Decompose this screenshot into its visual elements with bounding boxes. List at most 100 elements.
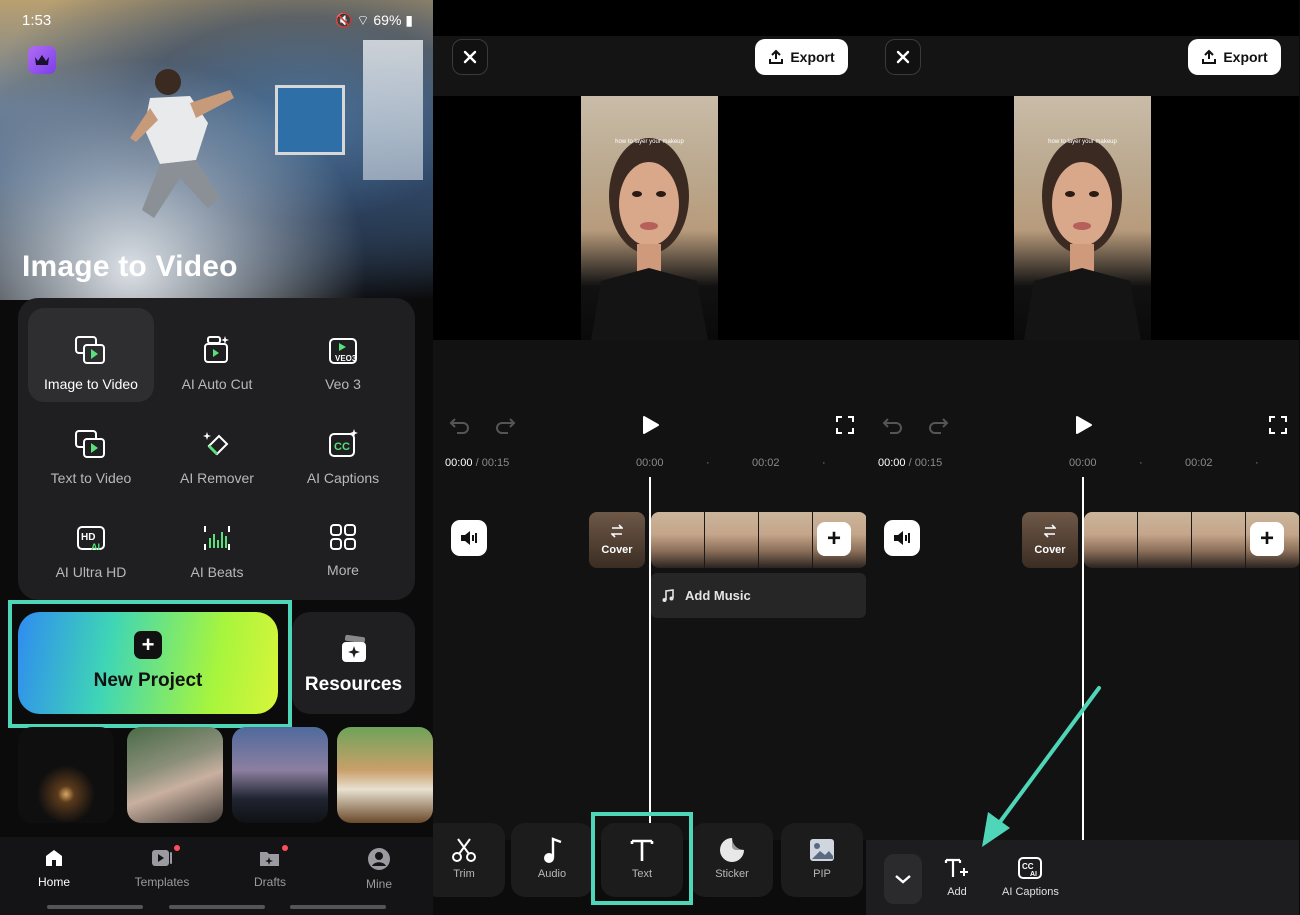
tool-more[interactable]: More <box>280 496 406 590</box>
add-clip-button[interactable]: + <box>817 522 851 556</box>
annotation-arrow <box>982 686 1101 847</box>
more-grid-icon <box>330 524 356 550</box>
speaker-icon <box>894 531 910 545</box>
time-display: 00:00 / 00:15 <box>445 457 510 469</box>
pip-image-icon <box>810 839 834 861</box>
tool-label: PIP <box>813 868 831 880</box>
drafts-icon <box>260 852 279 866</box>
speaker-icon <box>461 531 477 545</box>
tool-ai-ultra-hd[interactable]: HD AI AI Ultra HD <box>28 496 154 590</box>
add-music-label: Add Music <box>685 588 751 603</box>
crown-premium-icon[interactable] <box>28 46 56 74</box>
upload-icon <box>769 49 784 64</box>
tool-pip[interactable]: PIP <box>781 823 863 897</box>
editor-status-area <box>433 0 866 36</box>
export-label: Export <box>1223 49 1268 65</box>
tool-label: AI Auto Cut <box>181 376 253 392</box>
editor-screen: Export how to layer your makeup 00:00 / … <box>433 0 866 915</box>
ai-captions-button[interactable]: CC AI AI Captions <box>1002 856 1059 898</box>
add-clip-button[interactable]: + <box>1250 522 1284 556</box>
cover-clip[interactable]: Cover <box>1022 512 1078 568</box>
timeline-tick-dot: · <box>1139 457 1143 469</box>
timeline-tick-dot: · <box>1255 457 1259 469</box>
nav-templates[interactable]: Templates <box>112 847 212 889</box>
clip-frame <box>759 512 813 568</box>
play-button[interactable] <box>1071 412 1097 438</box>
undo-icon <box>449 418 469 434</box>
export-label: Export <box>790 49 835 65</box>
export-button[interactable]: Export <box>1188 39 1281 75</box>
tool-veo3[interactable]: VEO3 Veo 3 <box>280 308 406 402</box>
play-button[interactable] <box>638 412 664 438</box>
tool-audio[interactable]: Audio <box>511 823 593 897</box>
add-text-label: Add <box>947 886 967 898</box>
veo3-icon: VEO3 <box>329 338 357 364</box>
clip-frame <box>705 512 759 568</box>
tool-trim[interactable]: Trim <box>433 823 505 897</box>
tool-label: Text to Video <box>50 470 132 486</box>
add-text-button[interactable]: Add <box>944 856 970 898</box>
template-thumbnail[interactable] <box>232 727 328 823</box>
video-subject-image <box>1024 138 1141 340</box>
play-icon <box>643 416 659 434</box>
undo-button[interactable] <box>447 412 473 438</box>
nav-label: Drafts <box>253 875 286 889</box>
video-frame[interactable]: how to layer your makeup <box>581 96 718 340</box>
ai-auto-cut-icon <box>204 336 229 363</box>
timeline-tick: 00:02 <box>1185 457 1213 469</box>
svg-text:AI: AI <box>1030 871 1037 878</box>
time-display: 00:00 / 00:15 <box>878 457 943 469</box>
redo-button[interactable] <box>925 412 951 438</box>
video-frame[interactable]: how to layer your makeup <box>1014 96 1151 340</box>
editor-text-screen: Export how to layer your makeup 00:00 / … <box>866 0 1300 915</box>
tool-ai-auto-cut[interactable]: AI Auto Cut <box>154 308 280 402</box>
svg-text:AI: AI <box>91 542 100 552</box>
ai-captions-icon: CCAI <box>1018 857 1043 879</box>
export-button[interactable]: Export <box>755 39 848 75</box>
swap-icon <box>611 524 623 538</box>
undo-button[interactable] <box>880 412 906 438</box>
fullscreen-button[interactable] <box>832 412 858 438</box>
nav-label: Home <box>37 875 70 889</box>
fullscreen-icon <box>1269 416 1287 434</box>
play-icon <box>1076 416 1092 434</box>
template-thumbnail[interactable] <box>337 727 433 823</box>
svg-text:VEO3: VEO3 <box>335 354 357 363</box>
svg-text:CC: CC <box>334 441 350 453</box>
playhead[interactable] <box>649 477 651 840</box>
add-music-button[interactable]: Add Music <box>651 573 866 618</box>
tool-ai-beats[interactable]: AI Beats <box>154 496 280 590</box>
music-note-icon <box>544 837 562 863</box>
close-button[interactable] <box>452 39 488 75</box>
tool-text-to-video[interactable]: Text to Video <box>28 402 154 496</box>
resources-button[interactable]: Resources <box>292 612 415 714</box>
nav-mine[interactable]: Mine <box>329 847 429 891</box>
template-thumbnail[interactable] <box>18 727 114 823</box>
tool-label: AI Remover <box>180 470 254 486</box>
tool-image-to-video[interactable]: Image to Video <box>28 308 154 402</box>
scissors-icon <box>452 838 476 862</box>
template-thumbnail[interactable] <box>127 727 223 823</box>
redo-icon <box>929 418 949 434</box>
redo-button[interactable] <box>492 412 518 438</box>
ai-remover-icon <box>203 432 229 456</box>
tool-sticker[interactable]: Sticker <box>691 823 773 897</box>
fullscreen-button[interactable] <box>1265 412 1291 438</box>
nav-home[interactable]: Home <box>4 847 104 889</box>
close-button[interactable] <box>885 39 921 75</box>
nav-drafts[interactable]: Drafts <box>220 847 320 889</box>
ai-beats-icon <box>204 526 230 550</box>
text-to-video-icon <box>75 430 105 458</box>
video-preview: how to layer your makeup <box>866 96 1299 340</box>
tool-ai-captions[interactable]: CC AI Captions <box>280 402 406 496</box>
hero-title: Image to Video <box>22 250 238 283</box>
editor-header: Export <box>433 36 866 96</box>
volume-button[interactable] <box>884 520 920 556</box>
collapse-button[interactable] <box>884 854 922 904</box>
clip-frame <box>1084 512 1138 568</box>
redo-icon <box>496 418 516 434</box>
cover-clip[interactable]: Cover <box>589 512 645 568</box>
volume-button[interactable] <box>451 520 487 556</box>
tool-ai-remover[interactable]: AI Remover <box>154 402 280 496</box>
tool-label: Audio <box>537 868 567 880</box>
